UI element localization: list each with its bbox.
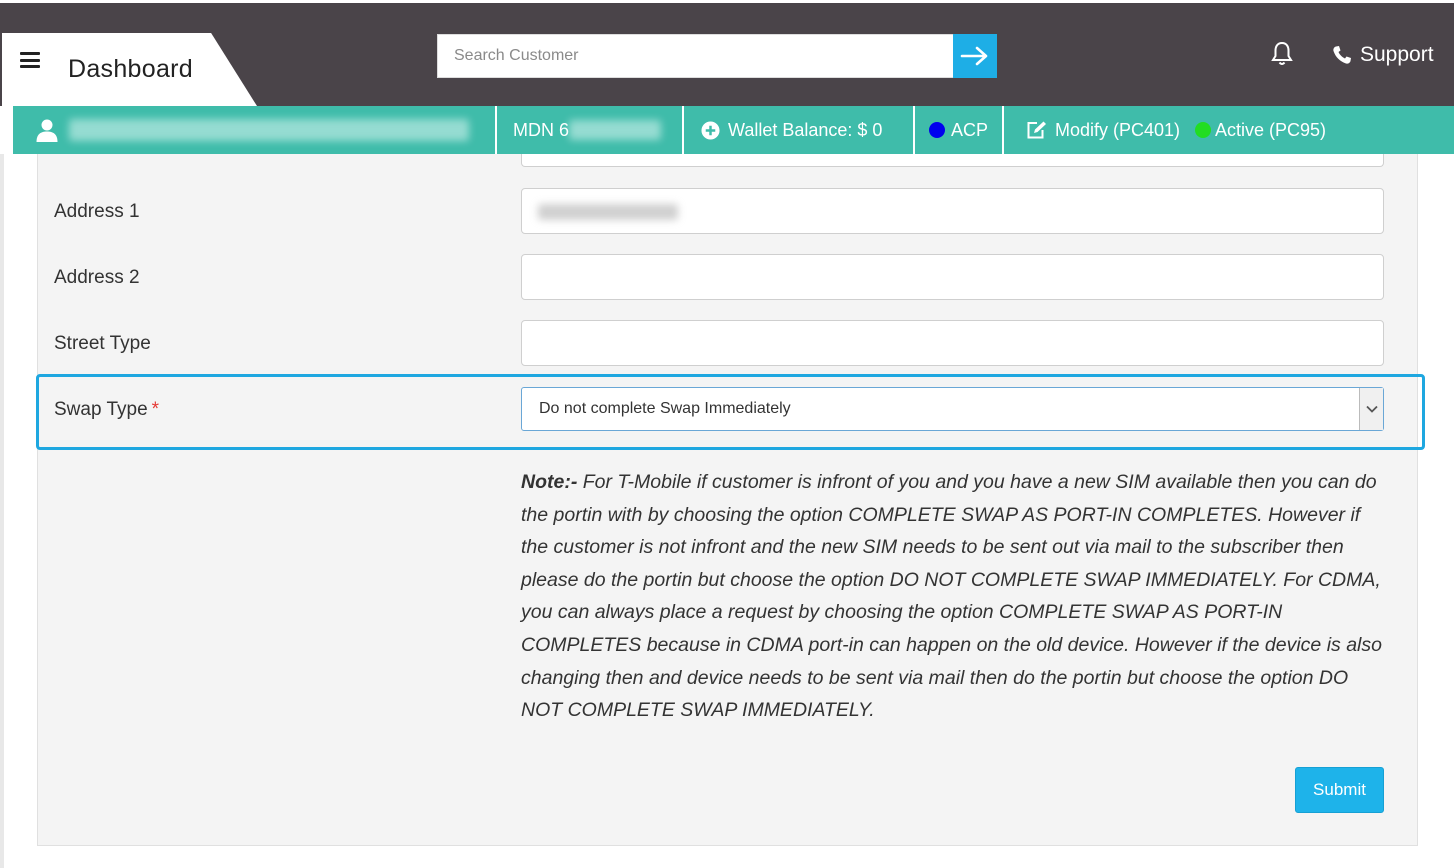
search-submit-button[interactable] [953,34,997,78]
chevron-down-icon[interactable] [1359,388,1383,430]
support-link[interactable]: Support [1332,41,1434,69]
active-label: Active (PC95) [1215,119,1327,140]
acp-status-dot [929,122,945,138]
top-edge [0,0,1454,3]
divider [495,106,497,154]
swap-type-select[interactable]: Do not complete Swap Immediately [521,387,1384,431]
divider [1002,106,1004,154]
customer-info-bar: MDN 6 Wallet Balance: $ 0 ACP Modify (PC… [13,106,1454,154]
page-title: Dashboard [68,55,194,83]
divider [682,106,684,154]
previous-input-field[interactable] [521,154,1384,167]
address1-value-redacted [538,204,678,220]
required-marker: * [151,399,160,420]
mdn-redacted [569,120,662,140]
address1-field[interactable] [521,188,1384,234]
mdn-label: MDN 6 [513,119,570,140]
search-input[interactable] [438,35,953,77]
street-type-field[interactable] [521,320,1384,366]
active-status: Active (PC95) [1195,106,1326,154]
acp-segment: ACP [929,106,988,154]
address2-label: Address 2 [54,267,140,288]
acp-label: ACP [951,119,989,140]
note-text: For T-Mobile if customer is infront of y… [521,471,1382,722]
submit-button[interactable]: Submit [1295,767,1384,813]
mdn-segment: MDN 6 [513,106,662,154]
plus-circle-icon [701,120,720,140]
phone-icon [1333,46,1351,64]
swap-note: Note:- For T-Mobile if customer is infro… [521,466,1391,727]
hamburger-icon[interactable] [20,52,40,68]
edit-icon [1027,121,1046,139]
address2-field[interactable] [521,254,1384,300]
customer-name-redacted [69,119,469,141]
divider [913,106,915,154]
left-scroll-rule [0,154,4,868]
swap-type-label: Swap Type * [54,399,159,421]
arrow-right-icon [960,46,988,66]
swap-type-label-text: Swap Type [54,399,148,420]
swap-type-value: Do not complete Swap Immediately [539,400,791,417]
modify-link[interactable]: Modify (PC401) [1026,106,1180,154]
customer-name-segment [35,106,469,154]
wallet-segment[interactable]: Wallet Balance: $ 0 [701,106,882,154]
bell-icon[interactable] [1270,41,1294,67]
wallet-balance: Wallet Balance: $ 0 [728,119,883,140]
search-box [437,34,954,78]
support-label: Support [1360,43,1434,66]
note-prefix: Note:- [521,471,578,493]
street-type-label: Street Type [54,333,151,354]
modify-label: Modify (PC401) [1055,119,1181,140]
address1-label: Address 1 [54,201,140,222]
active-status-dot [1195,122,1211,138]
user-icon [36,119,58,142]
